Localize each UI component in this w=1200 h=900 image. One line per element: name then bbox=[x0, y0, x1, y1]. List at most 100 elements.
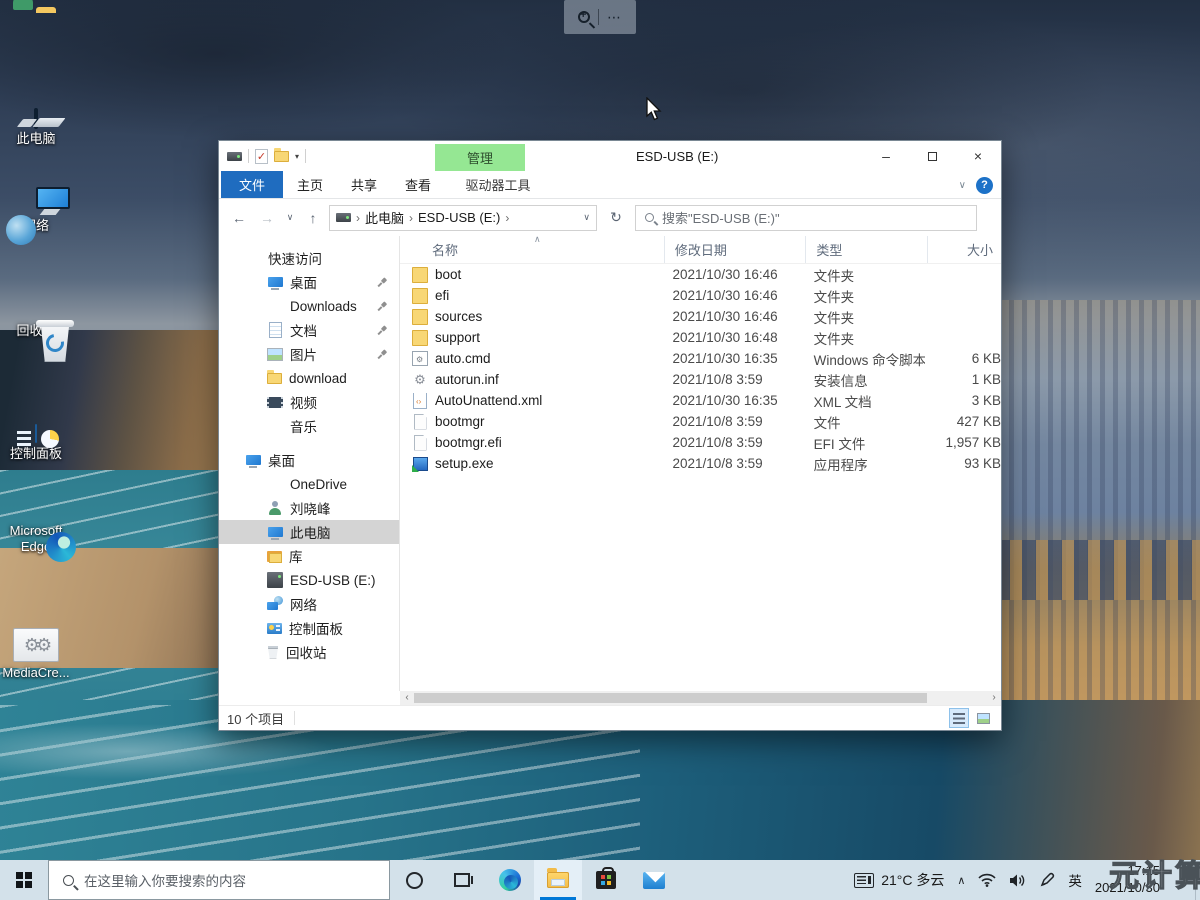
nav-tree-item[interactable]: 桌面 bbox=[219, 448, 399, 472]
news-and-interests[interactable]: 21°C 多云 bbox=[854, 870, 944, 890]
taskbar-store-button[interactable] bbox=[582, 860, 630, 900]
input-language-indicator[interactable]: 英 bbox=[1068, 870, 1082, 890]
ribbon-tab[interactable]: 文件 bbox=[221, 171, 283, 198]
thumbnail-view-icon bbox=[977, 713, 990, 724]
file-row[interactable]: bootmgr.efi 2021/10/8 3:59 EFI 文件 1,957 … bbox=[400, 432, 1001, 453]
nav-tree-item[interactable]: ESD-USB (E:) bbox=[219, 568, 399, 592]
nav-tree-item[interactable]: 库 bbox=[219, 544, 399, 568]
desktop-icon-network[interactable]: 网络 bbox=[0, 215, 72, 234]
nav-tree-item[interactable]: 文档 bbox=[219, 318, 399, 342]
breadcrumb-item[interactable]: 此电脑 bbox=[365, 208, 404, 227]
nav-tree-item[interactable]: OneDrive bbox=[219, 472, 399, 496]
nav-item-label: 库 bbox=[289, 546, 303, 566]
search-icon bbox=[645, 213, 654, 222]
up-button[interactable]: ↑ bbox=[301, 210, 325, 226]
nav-tree-item[interactable]: 刘晓峰 bbox=[219, 496, 399, 520]
nav-tree-item[interactable]: 控制面板 bbox=[219, 616, 399, 640]
qat-dropdown-icon[interactable]: ▾ bbox=[295, 152, 299, 161]
pin-icon bbox=[379, 278, 387, 286]
breadcrumb-item[interactable]: ESD-USB (E:) bbox=[418, 210, 500, 225]
help-button[interactable]: ? bbox=[976, 177, 993, 194]
file-row[interactable]: bootmgr 2021/10/8 3:59 文件 427 KB bbox=[400, 411, 1001, 432]
details-view-button[interactable] bbox=[949, 708, 969, 728]
properties-icon[interactable]: ✓ bbox=[255, 149, 268, 164]
taskbar-mail-button[interactable] bbox=[630, 860, 678, 900]
maximize-button[interactable] bbox=[909, 141, 955, 171]
desktop-icon-control-panel[interactable]: 控制面板 bbox=[0, 425, 72, 462]
ribbon-tab[interactable]: 共享 bbox=[337, 171, 391, 198]
file-row[interactable]: sources 2021/10/30 16:46 文件夹 bbox=[400, 306, 1001, 327]
new-folder-icon[interactable] bbox=[274, 151, 289, 162]
address-dropdown-icon[interactable]: ∨ bbox=[583, 212, 590, 223]
ribbon-tab[interactable]: 驱动器工具 bbox=[453, 171, 543, 198]
nav-tree-item[interactable]: 回收站 bbox=[219, 640, 399, 664]
watermark: 元计算 bbox=[1109, 851, 1200, 895]
refresh-button[interactable]: ↻ bbox=[601, 205, 631, 231]
nav-tree-item[interactable]: 图片 bbox=[219, 342, 399, 366]
more-options-button[interactable]: ⋯ bbox=[607, 12, 622, 22]
file-type-icon bbox=[412, 267, 428, 283]
nav-tree-item[interactable]: Downloads bbox=[219, 294, 399, 318]
column-header-size[interactable]: 大小 bbox=[927, 236, 1001, 263]
divider bbox=[248, 149, 249, 163]
nav-tree-item[interactable]: 网络 bbox=[219, 592, 399, 616]
start-button[interactable] bbox=[0, 860, 48, 900]
nav-tree-item[interactable]: 此电脑 bbox=[219, 520, 399, 544]
scrollbar-thumb[interactable] bbox=[414, 693, 927, 703]
file-row[interactable]: support 2021/10/30 16:48 文件夹 bbox=[400, 327, 1001, 348]
desktop-icon-this-pc[interactable]: 此电脑 bbox=[0, 110, 72, 147]
scroll-right-icon[interactable]: › bbox=[987, 691, 1001, 705]
address-field[interactable]: › 此电脑 › ESD-USB (E:) › ∨ bbox=[329, 205, 597, 231]
desktop-icon-edge[interactable]: Microsoft Edge bbox=[0, 520, 72, 556]
nav-tree-item[interactable]: 音乐 bbox=[219, 414, 399, 438]
column-header-date[interactable]: 修改日期 bbox=[664, 236, 806, 263]
taskbar-file-explorer-button[interactable] bbox=[534, 860, 582, 900]
back-button[interactable]: ← bbox=[227, 210, 251, 226]
minimize-button[interactable]: – bbox=[863, 141, 909, 171]
title-bar[interactable]: ✓ ▾ 管理 ESD-USB (E:) – × bbox=[219, 141, 1001, 171]
taskbar-edge-button[interactable] bbox=[486, 860, 534, 900]
nav-tree-item[interactable]: 快速访问 bbox=[219, 246, 399, 270]
volume-icon[interactable] bbox=[1009, 873, 1026, 888]
breadcrumb-separator-icon[interactable]: › bbox=[505, 211, 509, 225]
desktop-icon-user-folder[interactable] bbox=[0, 12, 72, 15]
ribbon-tab[interactable]: 主页 bbox=[283, 171, 337, 198]
column-header-name[interactable]: 名称 bbox=[400, 236, 664, 263]
thumbnail-view-button[interactable] bbox=[973, 708, 993, 728]
show-hidden-icons-button[interactable]: ∧ bbox=[957, 874, 965, 887]
file-size-cell: 3 KB bbox=[925, 393, 1001, 408]
breadcrumb-separator-icon[interactable]: › bbox=[356, 211, 360, 225]
task-view-button[interactable] bbox=[438, 860, 486, 900]
file-row[interactable]: boot 2021/10/30 16:46 文件夹 bbox=[400, 264, 1001, 285]
file-size-cell: 1,957 KB bbox=[925, 435, 1001, 450]
search-box[interactable]: 搜索"ESD-USB (E:)" bbox=[635, 205, 977, 231]
magnifier-toolbar[interactable]: ⋯ bbox=[564, 0, 636, 34]
file-row[interactable]: AutoUnattend.xml 2021/10/30 16:35 XML 文档… bbox=[400, 390, 1001, 411]
recent-locations-icon[interactable]: ∨ bbox=[283, 212, 297, 223]
desktop-icon-media-creation-tool[interactable]: ⚙⚙ MediaCre... bbox=[0, 628, 72, 681]
forward-button[interactable]: → bbox=[255, 210, 279, 226]
scroll-left-icon[interactable]: ‹ bbox=[400, 691, 414, 705]
taskbar-search-box[interactable]: 在这里输入你要搜索的内容 bbox=[48, 860, 390, 900]
file-row[interactable]: ⚙ autorun.inf 2021/10/8 3:59 安装信息 1 KB bbox=[400, 369, 1001, 390]
column-header-type[interactable]: 类型 bbox=[805, 236, 927, 263]
desktop-icon-recycle-bin[interactable]: 回收站 bbox=[0, 320, 72, 339]
file-type-cell: Windows 命令脚本 bbox=[804, 349, 926, 369]
zoom-in-icon[interactable] bbox=[578, 11, 590, 23]
wifi-icon[interactable] bbox=[978, 873, 996, 887]
nav-tree-item[interactable]: 视频 bbox=[219, 390, 399, 414]
ribbon-collapse-icon[interactable]: ∨ bbox=[959, 180, 966, 191]
nav-tree-item[interactable]: download bbox=[219, 366, 399, 390]
file-list-pane: ∧ 名称 修改日期 类型 大小 boot 2021/10/30 16:46 文件… bbox=[400, 236, 1001, 691]
file-row[interactable]: efi 2021/10/30 16:46 文件夹 bbox=[400, 285, 1001, 306]
file-row[interactable]: auto.cmd 2021/10/30 16:35 Windows 命令脚本 6… bbox=[400, 348, 1001, 369]
close-button[interactable]: × bbox=[955, 141, 1001, 171]
ribbon-tab[interactable]: 查看 bbox=[391, 171, 445, 198]
breadcrumb-separator-icon[interactable]: › bbox=[409, 211, 413, 225]
desktop-icon-image bbox=[35, 425, 37, 443]
horizontal-scrollbar[interactable]: ‹ › bbox=[400, 691, 1001, 705]
file-row[interactable]: setup.exe 2021/10/8 3:59 应用程序 93 KB bbox=[400, 453, 1001, 474]
nav-tree-item[interactable]: 桌面 bbox=[219, 270, 399, 294]
cortana-button[interactable] bbox=[390, 860, 438, 900]
pen-icon[interactable] bbox=[1039, 872, 1055, 888]
